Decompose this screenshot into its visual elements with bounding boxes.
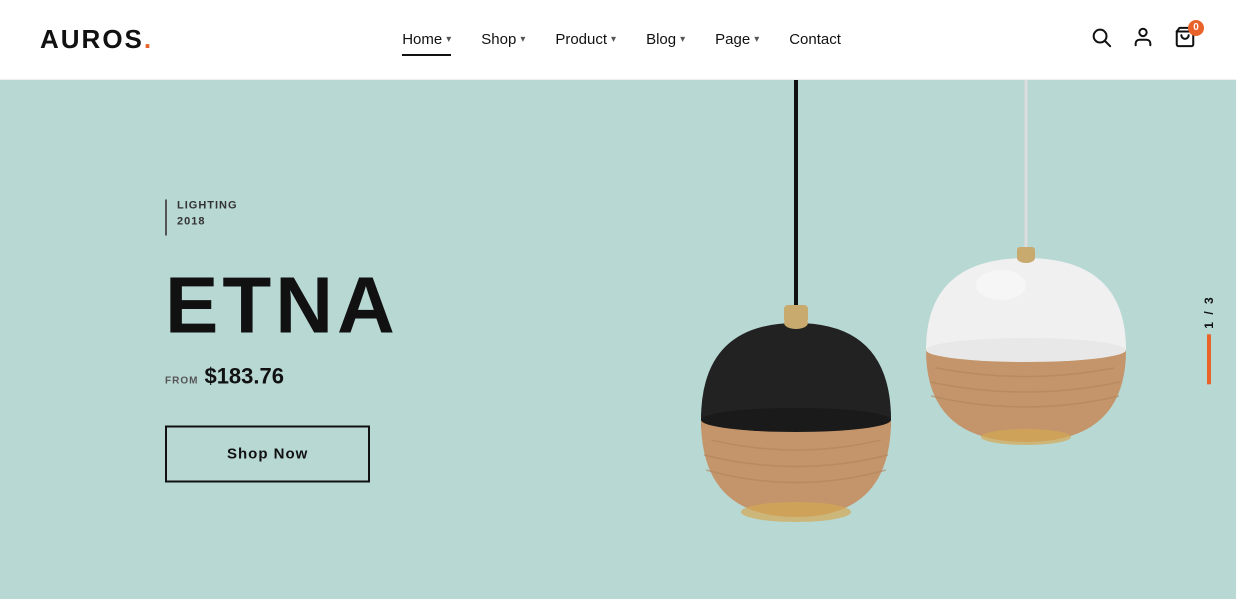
hero-content: LIGHTING 2018 ETNA FROM $183.76 Shop Now	[165, 197, 399, 482]
slide-separator: /	[1202, 309, 1216, 314]
chevron-down-icon: ▾	[611, 34, 616, 45]
slide-current: 1	[1202, 320, 1216, 329]
slide-total: 3	[1202, 295, 1216, 304]
logo-text: AUROS	[40, 24, 144, 55]
nav-item-page[interactable]: Page ▾	[703, 25, 771, 54]
slide-numbers: 1 / 3	[1202, 295, 1216, 328]
logo[interactable]: AUROS .	[40, 24, 153, 55]
nav-label-blog: Blog	[646, 31, 676, 48]
price-amount: $183.76	[204, 363, 284, 389]
nav-item-home[interactable]: Home ▾	[390, 25, 463, 54]
slide-progress-bar	[1207, 334, 1211, 384]
chevron-down-icon: ▾	[754, 34, 759, 45]
nav-item-blog[interactable]: Blog ▾	[634, 25, 697, 54]
slide-indicator: 1 / 3	[1202, 295, 1216, 384]
nav-label-contact: Contact	[789, 31, 841, 48]
shop-now-button[interactable]: Shop Now	[165, 425, 370, 482]
site-header: AUROS . Home ▾ Shop ▾ Product ▾ Blog ▾ P…	[0, 0, 1236, 80]
cart-button[interactable]: 0	[1174, 26, 1196, 54]
hero-price: FROM $183.76	[165, 363, 399, 389]
hero-category: LIGHTING 2018	[165, 197, 399, 235]
chevron-down-icon: ▾	[680, 34, 685, 45]
hero-section: LIGHTING 2018 ETNA FROM $183.76 Shop Now	[0, 80, 1236, 599]
hero-title: ETNA	[165, 265, 399, 345]
category-year: 2018	[177, 214, 238, 231]
hero-category-text: LIGHTING 2018	[177, 197, 238, 230]
header-icons: 0	[1090, 26, 1196, 54]
nav-item-contact[interactable]: Contact	[777, 25, 853, 54]
price-from-label: FROM	[165, 375, 198, 386]
hero-lamps-illustration	[436, 80, 1236, 599]
chevron-down-icon: ▾	[446, 34, 451, 45]
nav-label-home: Home	[402, 31, 442, 48]
nav-label-page: Page	[715, 31, 750, 48]
nav-label-shop: Shop	[481, 31, 516, 48]
cart-badge: 0	[1188, 20, 1204, 36]
nav-label-product: Product	[555, 31, 607, 48]
search-button[interactable]	[1090, 26, 1112, 54]
chevron-down-icon: ▾	[520, 34, 525, 45]
account-button[interactable]	[1132, 26, 1154, 54]
category-bar	[165, 199, 167, 235]
nav-item-product[interactable]: Product ▾	[543, 25, 628, 54]
category-label: LIGHTING	[177, 197, 238, 214]
main-nav: Home ▾ Shop ▾ Product ▾ Blog ▾ Page ▾ Co…	[390, 25, 853, 54]
logo-dot: .	[144, 24, 153, 55]
nav-item-shop[interactable]: Shop ▾	[469, 25, 537, 54]
